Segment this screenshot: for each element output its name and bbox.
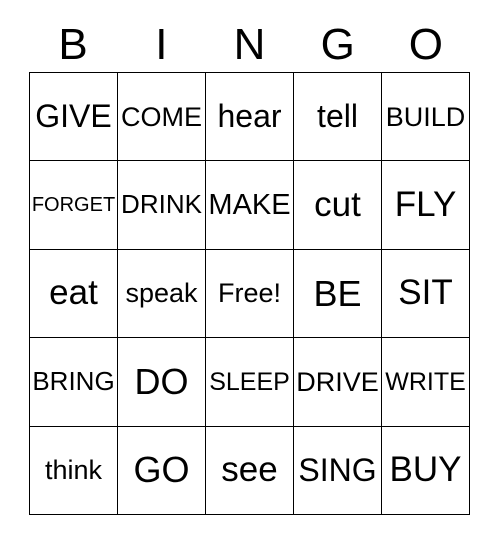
bingo-cell[interactable]: speak	[118, 249, 206, 339]
bingo-header-letter-b: B	[58, 20, 88, 69]
bingo-cell-label: speak	[125, 278, 198, 309]
bingo-cell[interactable]: tell	[294, 73, 382, 162]
bingo-cell-label: GIVE	[35, 97, 112, 134]
bingo-cell[interactable]: FLY	[382, 161, 470, 250]
bingo-cell-label: FORGET	[31, 193, 116, 216]
bingo-cell-label: BUILD	[385, 101, 466, 132]
bingo-row: eat speak Free! BE SIT	[30, 249, 470, 339]
bingo-row: think GO see SING BUY	[30, 426, 470, 516]
bingo-cell-label: DRINK	[121, 189, 202, 220]
bingo-header-letter-g: G	[320, 20, 355, 69]
bingo-cell[interactable]: BE	[294, 249, 382, 339]
bingo-header-letter-n: N	[233, 20, 266, 69]
bingo-header-row: B I N G O	[29, 18, 470, 72]
bingo-cell[interactable]: cut	[294, 161, 382, 250]
bingo-cell-label: DO	[134, 361, 189, 403]
bingo-cell[interactable]: BUY	[382, 426, 470, 516]
bingo-cell[interactable]: hear	[206, 73, 294, 162]
bingo-cell[interactable]: GIVE	[30, 73, 118, 162]
bingo-free-space[interactable]: Free!	[206, 249, 294, 339]
bingo-row: BRING DO SLEEP DRIVE WRITE	[30, 338, 470, 427]
bingo-card: B I N G O GIVE COME hear tell BUILD FORG…	[0, 0, 500, 544]
bingo-header-letter-i: I	[155, 20, 168, 69]
bingo-cell[interactable]: COME	[118, 73, 206, 162]
bingo-cell-label: eat	[49, 273, 98, 313]
bingo-cell-label: hear	[217, 97, 282, 134]
bingo-cell-label: cut	[314, 184, 361, 224]
bingo-cell[interactable]: SING	[294, 426, 382, 516]
bingo-cell[interactable]: BRING	[30, 338, 118, 427]
bingo-cell-label: think	[44, 455, 103, 486]
bingo-cell-label: COME	[121, 101, 202, 132]
bingo-cell[interactable]: think	[30, 426, 118, 516]
bingo-cell-label: SLEEP	[209, 367, 290, 396]
bingo-cell[interactable]: see	[206, 426, 294, 516]
bingo-cell-label: see	[221, 449, 278, 489]
bingo-cell[interactable]: DRIVE	[294, 338, 382, 427]
bingo-cell-label: SIT	[398, 273, 453, 313]
bingo-header-letter-o: O	[408, 20, 444, 69]
bingo-cell-label: BRING	[32, 366, 115, 397]
bingo-cell[interactable]: eat	[30, 249, 118, 339]
bingo-cell-label: BUY	[389, 449, 462, 489]
bingo-free-space-label: Free!	[217, 278, 282, 309]
bingo-row: FORGET DRINK MAKE cut FLY	[30, 161, 470, 250]
bingo-cell[interactable]: SIT	[382, 249, 470, 339]
bingo-cell-label: MAKE	[208, 188, 291, 221]
bingo-cell-label: WRITE	[385, 367, 466, 396]
bingo-cell[interactable]: WRITE	[382, 338, 470, 427]
bingo-cell[interactable]: DO	[118, 338, 206, 427]
bingo-cell[interactable]: FORGET	[30, 161, 118, 250]
bingo-cell[interactable]: MAKE	[206, 161, 294, 250]
bingo-grid: GIVE COME hear tell BUILD FORGET DRINK M…	[29, 72, 470, 516]
bingo-cell-label: FLY	[394, 184, 457, 224]
bingo-cell[interactable]: BUILD	[382, 73, 470, 162]
bingo-cell-label: GO	[133, 449, 190, 491]
bingo-row: GIVE COME hear tell BUILD	[30, 73, 470, 162]
bingo-cell-label: tell	[317, 97, 358, 134]
bingo-cell-label: DRIVE	[296, 366, 379, 397]
bingo-cell-label: BE	[313, 272, 362, 314]
bingo-cell[interactable]: SLEEP	[206, 338, 294, 427]
bingo-cell[interactable]: DRINK	[118, 161, 206, 250]
bingo-cell[interactable]: GO	[118, 426, 206, 516]
bingo-cell-label: SING	[298, 451, 377, 488]
